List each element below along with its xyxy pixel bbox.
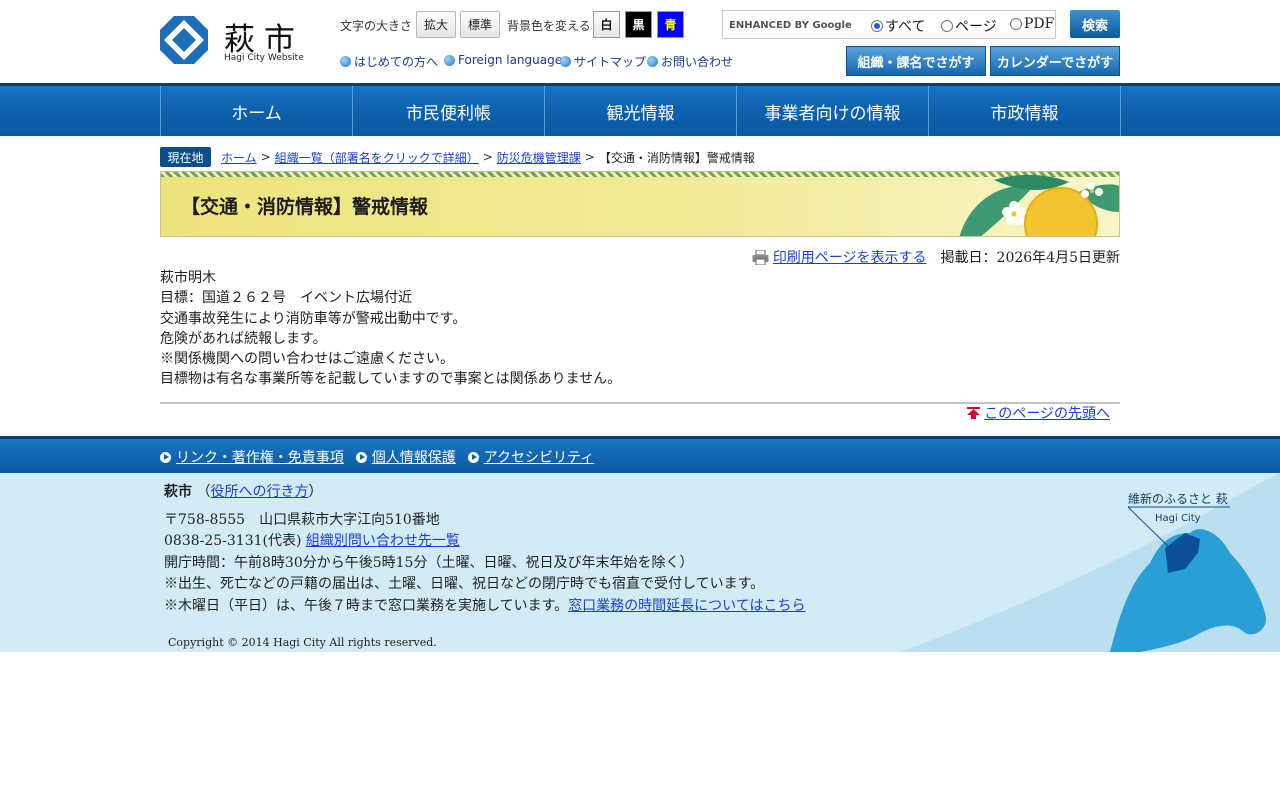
site-header: 萩市 Hagi City Website 文字の大きさ 拡大 標準 背景色を変え… — [0, 0, 1280, 83]
arrow-right-icon — [355, 451, 367, 463]
back-to-top-link[interactable]: このページの先頭へ — [984, 403, 1110, 423]
font-size-label: 文字の大きさ — [340, 19, 413, 33]
body-line: 萩市明木 — [160, 270, 216, 286]
nav-citizen-guide[interactable]: 市民便利帳 — [353, 86, 545, 136]
nav-city-admin[interactable]: 市政情報 — [929, 86, 1121, 136]
map-subtitle: Hagi City — [1155, 513, 1201, 524]
link-contact[interactable]: お問い合わせ — [647, 53, 733, 70]
nav-tourism[interactable]: 観光情報 — [545, 86, 737, 136]
footer-link-accessibility[interactable]: アクセシビリティ — [467, 447, 595, 467]
breadcrumb-separator: > — [482, 150, 493, 164]
updated-date: 掲載日：2026年4月5日更新 — [940, 250, 1120, 266]
footer-hours: 開庁時間：午前8時30分から午後5時15分（土曜、日曜、祝日及び年末年始を除く） — [164, 554, 694, 571]
link-contact-label: お問い合わせ — [661, 55, 734, 69]
summer-orange-illustration-icon — [959, 174, 1119, 236]
breadcrumb-home[interactable]: ホーム — [221, 149, 257, 166]
breadcrumb-dept[interactable]: 防災危機管理課 — [497, 149, 581, 166]
footer-address: 〒758-8555 山口県萩市大字江向510番地 — [164, 511, 440, 528]
footer-note-1: ※出生、死亡などの戸籍の届出は、土曜、日曜、祝日などの閉庁時でも宿直で受付してい… — [164, 576, 765, 592]
link-foreign-language-label: Foreign language — [458, 53, 563, 67]
print-page-link[interactable]: 印刷用ページを表示する — [773, 247, 927, 267]
bullet-icon — [647, 56, 658, 67]
search-by-calendar-button[interactable]: カレンダーでさがす — [990, 46, 1120, 76]
search-scope-all-label: すべて — [885, 19, 926, 35]
footer-phone: 0838-25-3131(代表) — [164, 533, 306, 549]
breadcrumb-badge: 現在地 — [160, 147, 211, 167]
bg-color-label: 背景色を変える — [507, 19, 591, 33]
body-line: 危険があれば続報します。 — [160, 330, 327, 347]
footer-paren-open: （ — [196, 484, 211, 500]
search-scope-page-label: ページ — [955, 19, 997, 35]
copyright: Copyright © 2014 Hagi City All rights re… — [168, 636, 437, 649]
breadcrumb-current: 【交通・消防情報】警戒情報 — [598, 150, 755, 165]
search-input[interactable] — [729, 14, 861, 34]
font-enlarge-button[interactable]: 拡大 — [416, 11, 456, 38]
footer-link-privacy[interactable]: 個人情報保護 — [355, 447, 456, 467]
hagi-map-icon: 維新のふるさと 萩 Hagi City — [900, 473, 1280, 652]
footer-info: 萩市 （役所への行き方） 〒758-8555 山口県萩市大字江向510番地 08… — [164, 482, 806, 617]
nav-business[interactable]: 事業者向けの情報 — [737, 86, 929, 136]
footer-link-privacy-label: 個人情報保護 — [371, 450, 456, 466]
bullet-icon — [560, 56, 571, 67]
nav-home[interactable]: ホーム — [161, 86, 353, 136]
printer-icon — [752, 249, 769, 265]
arrow-right-icon — [467, 451, 479, 463]
search-scope-all[interactable]: すべて — [871, 16, 925, 36]
arrow-up-icon — [967, 407, 981, 419]
body-line: 交通事故発生により消防車等が警戒出動中です。 — [160, 310, 467, 327]
body-line: 目標：国道２６２号 イベント広場付近 — [160, 290, 412, 307]
body-line: 目標物は有名な事業所等を記載していますので事案とは関係ありません。 — [160, 371, 622, 388]
footer-paren-close: ） — [308, 484, 323, 500]
search-scope-page[interactable]: ページ — [941, 16, 997, 36]
breadcrumb-separator: > — [584, 150, 595, 164]
title-banner: 【交通・消防情報】警戒情報 — [160, 171, 1120, 237]
footer-link-copyright[interactable]: リンク・著作権・免責事項 — [160, 447, 344, 467]
bg-white-button[interactable]: 白 — [593, 11, 620, 38]
map-title: 維新のふるさと 萩 — [1128, 491, 1228, 506]
font-standard-button[interactable]: 標準 — [460, 11, 500, 38]
print-row: 印刷用ページを表示する 掲載日：2026年4月5日更新 — [752, 247, 1120, 267]
bullet-icon — [444, 54, 455, 66]
hagi-logo-icon — [160, 16, 208, 64]
body-line: ※関係機関への問い合わせはご遠慮ください。 — [160, 351, 454, 368]
arrow-right-icon — [160, 451, 171, 463]
radio-icon — [871, 20, 883, 32]
link-first-time-label: はじめての方へ — [354, 55, 439, 69]
breadcrumb-separator: > — [260, 150, 271, 164]
footer-org-name: 萩市 — [164, 484, 192, 500]
footer-nav: リンク・著作権・免責事項 個人情報保護 アクセシビリティ — [0, 436, 1280, 473]
bullet-icon — [340, 56, 351, 67]
link-first-time[interactable]: はじめての方へ — [340, 53, 438, 70]
footer-link-copyright-label: リンク・著作権・免責事項 — [176, 450, 344, 466]
search-button[interactable]: 検索 — [1070, 10, 1120, 38]
bg-black-button[interactable]: 黒 — [625, 11, 652, 38]
article-body: 萩市明木 目標：国道２６２号 イベント広場付近 交通事故発生により消防車等が警戒… — [160, 268, 1120, 390]
link-sitemap[interactable]: サイトマップ — [560, 53, 646, 70]
breadcrumb-org-list[interactable]: 組織一覧（部署名をクリックで詳細） — [275, 149, 479, 166]
search-by-org-button[interactable]: 組織・課名でさがす — [846, 46, 986, 76]
radio-icon — [1010, 18, 1022, 30]
link-foreign-language[interactable]: Foreign language — [444, 53, 562, 67]
bg-blue-button[interactable]: 青 — [657, 11, 684, 38]
extended-hours-link[interactable]: 窓口業務の時間延長についてはこちら — [568, 598, 805, 614]
page-title: 【交通・消防情報】警戒情報 — [181, 196, 429, 218]
contact-list-link[interactable]: 組織別問い合わせ先一覧 — [306, 533, 460, 549]
search-scope-pdf-label: PDF — [1024, 16, 1055, 32]
footer-link-accessibility-label: アクセシビリティ — [483, 450, 595, 466]
breadcrumb: 現在地 ホーム > 組織一覧（部署名をクリックで詳細） > 防災危機管理課 > … — [160, 147, 755, 167]
radio-icon — [941, 20, 953, 32]
search-scope-pdf[interactable]: PDF — [1010, 16, 1054, 32]
global-nav: ホーム 市民便利帳 観光情報 事業者向けの情報 市政情報 — [0, 83, 1280, 136]
link-sitemap-label: サイトマップ — [574, 55, 647, 69]
site-logo[interactable]: 萩市 Hagi City Website — [160, 16, 310, 66]
logo-subtitle: Hagi City Website — [224, 53, 304, 63]
site-footer: 維新のふるさと 萩 Hagi City 萩市 （役所への行き方） 〒758-85… — [0, 473, 1280, 652]
access-link[interactable]: 役所への行き方 — [210, 484, 308, 500]
footer-note-2: ※木曜日（平日）は、午後７時まで窓口業務を実施しています。 — [164, 597, 569, 614]
search-box: すべて ページ PDF — [722, 10, 1056, 39]
back-to-top: このページの先頭へ — [967, 403, 1110, 423]
